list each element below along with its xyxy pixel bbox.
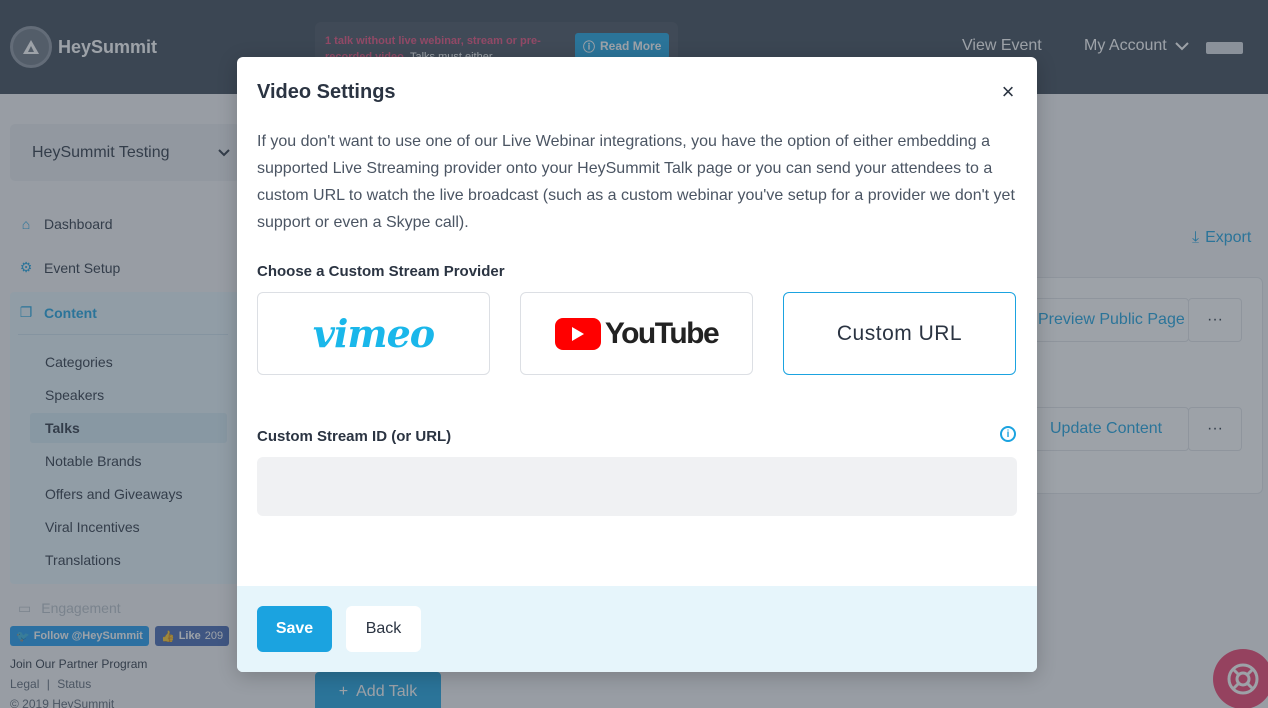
save-button[interactable]: Save [257,606,332,652]
provider-option-youtube[interactable]: YouTube [520,292,753,375]
modal-footer: Save Back [237,586,1037,672]
youtube-logo: YouTube [554,316,720,351]
custom-stream-input[interactable] [257,457,1017,516]
modal-title: Video Settings [257,81,396,103]
modal-description: If you don't want to use one of our Live… [257,133,1015,231]
video-settings-modal: Video Settings × If you don't want to us… [237,57,1037,672]
info-icon[interactable]: i [1000,426,1016,442]
back-button[interactable]: Back [346,606,421,652]
youtube-wordmark: YouTube [604,316,720,350]
close-icon[interactable]: × [997,81,1019,103]
provider-option-vimeo[interactable]: vimeo [257,292,490,375]
stream-id-label: Custom Stream ID (or URL) [257,428,452,445]
custom-url-label: Custom URL [836,321,963,345]
provider-label: Choose a Custom Stream Provider [257,263,505,280]
vimeo-logo: vimeo [312,311,435,356]
youtube-play-icon [554,317,601,350]
provider-option-custom-url[interactable]: Custom URL [783,292,1016,375]
